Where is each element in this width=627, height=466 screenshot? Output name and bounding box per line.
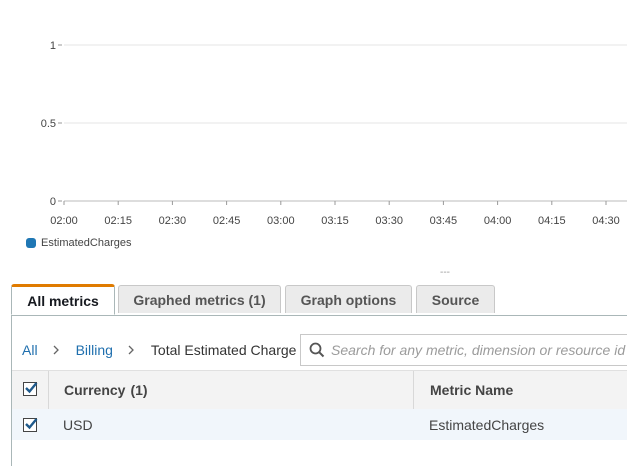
x-tick-label: 02:30 bbox=[159, 215, 187, 227]
breadcrumb: All Billing Total Estimated Charge bbox=[11, 334, 296, 366]
chevron-right-icon bbox=[53, 342, 59, 358]
x-tick-label: 02:15 bbox=[104, 215, 132, 227]
y-tick-label: 0 bbox=[50, 196, 56, 208]
search-icon bbox=[309, 342, 325, 358]
metric-search-input[interactable] bbox=[331, 342, 627, 358]
tab-source[interactable]: Source bbox=[416, 285, 495, 313]
legend-swatch bbox=[26, 238, 36, 248]
breadcrumb-all-link[interactable]: All bbox=[22, 342, 38, 358]
chart-legend[interactable]: EstimatedCharges bbox=[26, 236, 132, 250]
x-tick-label: 02:45 bbox=[213, 215, 241, 227]
tab-all-metrics[interactable]: All metrics bbox=[11, 284, 115, 315]
legend-label: EstimatedCharges bbox=[41, 237, 132, 249]
x-tick-label: 03:45 bbox=[430, 215, 458, 227]
metric-chart: 1 0.5 0 02:00 02:15 02:30 02:45 03:00 03:15 03:30… bbox=[41, 40, 627, 227]
currency-header-label: Currency bbox=[64, 382, 126, 398]
y-tick-label: 0.5 bbox=[41, 118, 56, 130]
metrics-tabs: All metrics Graphed metrics (1) Graph op… bbox=[11, 284, 627, 316]
column-header-metric-name[interactable]: Metric Name bbox=[430, 371, 513, 409]
resize-handle[interactable]: --- bbox=[440, 267, 450, 278]
chevron-right-icon bbox=[128, 342, 134, 358]
breadcrumb-billing-link[interactable]: Billing bbox=[76, 342, 113, 358]
breadcrumb-current: Total Estimated Charge bbox=[150, 342, 297, 358]
x-tick-label: 03:30 bbox=[375, 215, 403, 227]
x-tick-label: 02:00 bbox=[50, 215, 78, 227]
tab-graph-options[interactable]: Graph options bbox=[285, 285, 412, 313]
x-tick-label: 03:00 bbox=[267, 215, 295, 227]
metric-search-box bbox=[300, 334, 627, 366]
cell-metric-name: EstimatedCharges bbox=[429, 416, 545, 433]
x-tick-label: 04:00 bbox=[484, 215, 512, 227]
x-tick-label: 03:15 bbox=[321, 215, 349, 227]
y-tick-label: 1 bbox=[50, 40, 56, 52]
x-tick-label: 04:15 bbox=[538, 215, 566, 227]
table-row[interactable]: USD EstimatedCharges bbox=[12, 409, 627, 440]
table-header: Currency (1) Metric Name bbox=[12, 370, 627, 410]
column-header-currency[interactable]: Currency (1) bbox=[64, 371, 148, 409]
cell-currency: USD bbox=[63, 416, 93, 433]
row-checkbox[interactable] bbox=[23, 418, 38, 432]
select-all-checkbox[interactable] bbox=[23, 382, 38, 396]
x-tick-label: 04:30 bbox=[592, 215, 620, 227]
tab-graphed-metrics[interactable]: Graphed metrics (1) bbox=[118, 285, 281, 313]
currency-count: (1) bbox=[130, 382, 148, 398]
